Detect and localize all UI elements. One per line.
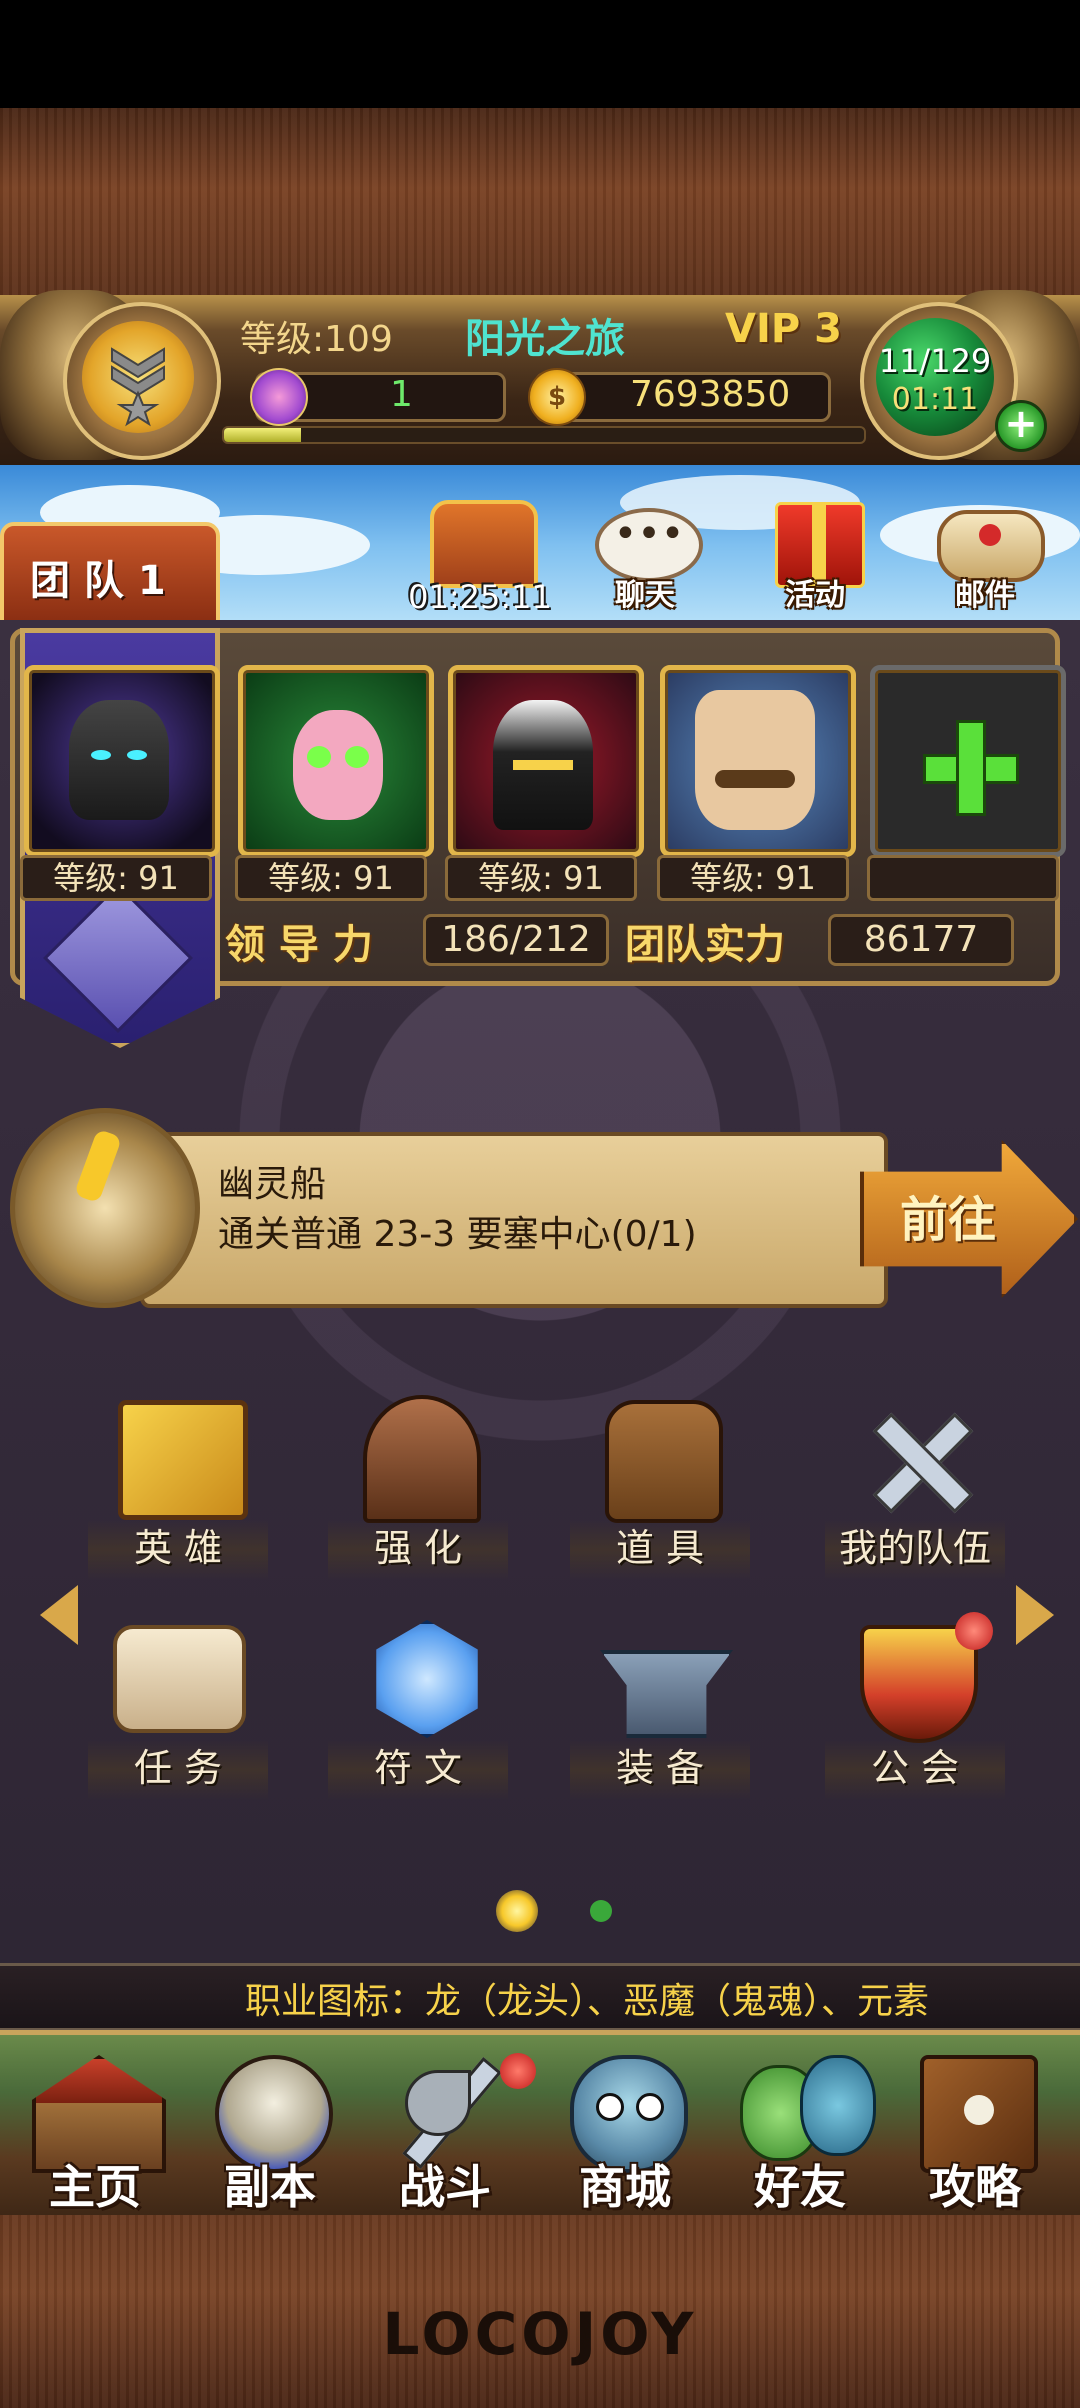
menu-prev-arrow[interactable]: [40, 1585, 78, 1645]
menu-label: 强 化: [373, 1526, 463, 1570]
chat-button[interactable]: ••• 聊天: [585, 490, 705, 613]
quest-description: 通关普通 23-3 要塞中心(0/1): [218, 1214, 697, 1255]
nav-home[interactable]: 主页: [10, 2035, 180, 2225]
events-label: 活动: [785, 578, 845, 613]
gold-count: 7693850: [630, 374, 791, 415]
leadership-value: 186/212: [423, 914, 609, 966]
nav-guide[interactable]: 攻略: [890, 2035, 1060, 2225]
page-dot-inactive[interactable]: [590, 1900, 612, 1922]
scroll-icon: [113, 1625, 246, 1733]
player-level: 等级:109: [240, 319, 393, 360]
team-tab-label: 团 队 1: [30, 558, 166, 604]
menu-guild[interactable]: 公 会: [815, 1600, 1015, 1800]
mustache-man-portrait-icon: [695, 690, 815, 830]
gem-icon: [250, 368, 308, 426]
menu-runes[interactable]: 符 文: [318, 1600, 518, 1800]
menu-label: 英 雄: [133, 1526, 223, 1570]
hero-card-3[interactable]: [448, 665, 644, 857]
dark-knight-portrait-icon: [69, 700, 169, 820]
nav-battle[interactable]: 战斗: [360, 2035, 536, 2225]
forge-furnace-icon: [363, 1395, 481, 1523]
battle-notice-dot: [500, 2053, 536, 2089]
rune-gem-icon: [376, 1620, 478, 1738]
menu-equipment[interactable]: 装 备: [560, 1600, 760, 1800]
treasure-chest-button[interactable]: 01:25:11: [408, 490, 552, 616]
hero-level-3: 等级: 91: [445, 855, 637, 901]
menu-label: 道 具: [615, 1526, 705, 1570]
add-stamina-button[interactable]: +: [995, 400, 1047, 452]
nav-label: 商城: [579, 2160, 671, 2214]
nav-label: 好友: [754, 2160, 846, 2214]
gems-count: 1: [390, 374, 413, 415]
backpack-icon: [605, 1400, 723, 1523]
menu-enhance[interactable]: 强 化: [318, 1380, 518, 1580]
green-eyed-elf-portrait-icon: [293, 710, 383, 820]
hero-level-1: 等级: 91: [20, 855, 212, 901]
top-blank-area: [0, 0, 1080, 108]
hero-slot-empty[interactable]: [870, 665, 1066, 857]
hero-level-empty: [867, 855, 1059, 901]
hero-card-4[interactable]: [660, 665, 856, 857]
chat-label: 聊天: [615, 578, 675, 613]
nav-label: 战斗: [399, 2160, 491, 2214]
vip-badge[interactable]: VIP 3: [725, 306, 842, 352]
menu-heroes[interactable]: 英 雄: [78, 1380, 278, 1580]
quest-title: 幽灵船: [218, 1164, 327, 1205]
team-power-label: 团队实力: [625, 922, 785, 968]
menu-label: 我的队伍: [838, 1526, 991, 1570]
menu-items[interactable]: 道 具: [560, 1380, 760, 1580]
stamina-timer: 01:11: [891, 382, 979, 417]
quest-go-label: 前往: [900, 1192, 997, 1248]
crossed-swords-icon: [870, 1405, 974, 1514]
red-orb-icon: [955, 1612, 993, 1650]
masked-assassin-portrait-icon: [493, 700, 593, 830]
add-hero-plus-icon-vert: [956, 720, 986, 816]
menu-next-arrow[interactable]: [1016, 1585, 1054, 1645]
rank-orb[interactable]: [63, 302, 221, 460]
anvil-icon: [600, 1650, 733, 1738]
menu-tasks[interactable]: 任 务: [78, 1600, 278, 1800]
mail-label: 邮件: [955, 578, 1015, 613]
menu-label: 任 务: [133, 1746, 223, 1790]
nav-dungeon[interactable]: 副本: [185, 2035, 355, 2225]
treasure-chest-icon: [430, 500, 538, 588]
events-button[interactable]: 活动: [755, 490, 875, 613]
leadership-label: 领 导 力: [225, 922, 373, 968]
hero-book-icon: [118, 1400, 248, 1520]
brand-logo: LOCOJOY: [382, 2300, 698, 2368]
nav-label: 副本: [224, 2160, 316, 2214]
menu-my-team[interactable]: 我的队伍: [815, 1380, 1015, 1580]
stamina-orb[interactable]: 11/129 01:11: [860, 302, 1018, 460]
player-name: 阳光之旅: [465, 316, 625, 362]
rank-badge-icon: [82, 321, 194, 433]
page-dot-active[interactable]: [496, 1890, 538, 1932]
hero-card-1[interactable]: [24, 665, 220, 857]
top-wood-frame: [0, 108, 1080, 308]
menu-label: 符 文: [373, 1746, 463, 1790]
mail-button[interactable]: 邮件: [925, 490, 1045, 613]
nav-shop[interactable]: 商城: [540, 2035, 710, 2225]
hero-level-4: 等级: 91: [657, 855, 849, 901]
menu-label: 公 会: [870, 1746, 960, 1790]
gold-coin-icon: $: [528, 368, 586, 426]
stamina-count: 11/129: [878, 342, 992, 380]
friends-icon-second: [800, 2055, 876, 2156]
nav-label: 主页: [49, 2160, 141, 2214]
quest-scroll-icon: [10, 1108, 200, 1308]
ticker-text: 职业图标：龙（龙头）、恶魔（鬼魂）、元素: [245, 1981, 930, 2022]
exp-bar-track: [222, 426, 866, 444]
team-power-value: 86177: [828, 914, 1014, 966]
hero-level-2: 等级: 91: [235, 855, 427, 901]
chest-timer: 01:25:11: [408, 578, 552, 616]
hero-card-2[interactable]: [238, 665, 434, 857]
menu-label: 装 备: [615, 1746, 705, 1790]
exp-bar-fill: [224, 428, 301, 442]
nav-label: 攻略: [929, 2160, 1021, 2214]
nav-friends[interactable]: 好友: [715, 2035, 885, 2225]
